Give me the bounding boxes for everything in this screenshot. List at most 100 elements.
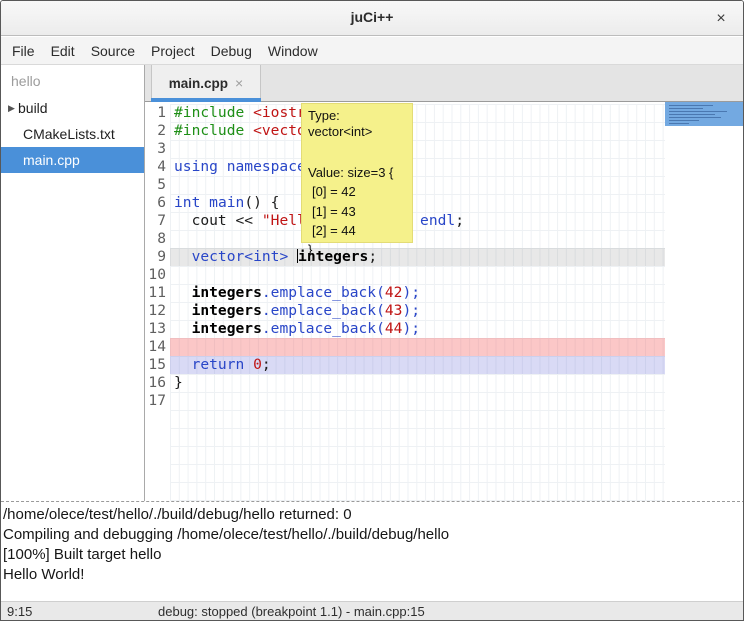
menu-item-source[interactable]: Source	[83, 38, 143, 64]
code-line-content: integers.emplace_back(42);	[170, 284, 665, 302]
code-token: 0	[253, 356, 262, 373]
line-number: 3	[145, 140, 170, 158]
tree-item-label: build	[17, 100, 48, 116]
minimap-code-line	[669, 108, 703, 109]
terminal-line: Hello World!	[3, 565, 744, 585]
code-line-content: int main() {	[170, 194, 665, 212]
code-token: return	[192, 356, 245, 373]
code-line-content: cout << "Hello World!" << endl;	[170, 212, 665, 230]
code-token: ;	[455, 212, 464, 229]
code-line[interactable]: 10	[145, 266, 665, 284]
minimap-thumb[interactable]	[665, 102, 744, 126]
menu-item-window[interactable]: Window	[260, 38, 326, 64]
status-bar: 9:15 debug: stopped (breakpoint 1.1) - m…	[1, 601, 744, 621]
debug-value-tooltip: Type: vector<int> Value: size=3 { [0] = …	[301, 103, 413, 243]
sidebar-item-cmakelists-txt[interactable]: CMakeLists.txt	[1, 121, 144, 147]
tree-item-label: main.cpp	[1, 152, 80, 168]
code-token: );	[402, 302, 420, 319]
menu-bar: FileEditSourceProjectDebugWindow	[1, 37, 743, 65]
line-number: 16	[145, 374, 170, 392]
code-line[interactable]: 17	[145, 392, 665, 410]
line-number: 11	[145, 284, 170, 302]
menu-item-debug[interactable]: Debug	[203, 38, 260, 64]
cursor-position-label: 9:15	[7, 604, 32, 619]
code-line-content: vector<int> integers;	[170, 248, 665, 266]
code-line[interactable]: 11 integers.emplace_back(42);	[145, 284, 665, 302]
code-token: main	[209, 194, 244, 211]
line-number: 8	[145, 230, 170, 248]
expander-icon[interactable]: ▶	[1, 103, 17, 114]
title-bar: juCi++ ×	[1, 1, 743, 36]
tooltip-value-line: [2] = 44	[308, 221, 406, 241]
line-number: 2	[145, 122, 170, 140]
code-line[interactable]: 13 integers.emplace_back(44);	[145, 320, 665, 338]
code-token: .emplace_back(	[262, 302, 385, 319]
line-number: 13	[145, 320, 170, 338]
code-token: int	[174, 194, 200, 211]
code-line-content: using namespace std;	[170, 158, 665, 176]
code-line[interactable]: 16}	[145, 374, 665, 392]
menu-item-project[interactable]: Project	[143, 38, 203, 64]
minimap-code-line	[669, 123, 689, 124]
code-line[interactable]: 12 integers.emplace_back(43);	[145, 302, 665, 320]
terminal-line: Compiling and debugging /home/olece/test…	[3, 525, 744, 545]
close-icon[interactable]: ×	[709, 7, 733, 31]
minimap-code-line	[669, 120, 699, 121]
code-token	[174, 284, 192, 301]
minimap-code-line	[669, 105, 713, 106]
code-token	[174, 320, 192, 337]
project-root-label: hello	[1, 65, 144, 95]
tree-item-label: CMakeLists.txt	[1, 126, 115, 142]
code-line-content	[170, 176, 665, 194]
code-line-content	[170, 338, 665, 356]
tooltip-type-line: Type: vector<int>	[308, 108, 406, 140]
code-token	[174, 302, 192, 319]
terminal-line: [100%] Built target hello	[3, 545, 744, 565]
code-token: using namespace	[174, 158, 306, 175]
tab-close-icon[interactable]: ×	[235, 75, 243, 91]
code-token: .emplace_back(	[262, 284, 385, 301]
minimap-code-line	[669, 111, 727, 112]
app-window: juCi++ × FileEditSourceProjectDebugWindo…	[0, 0, 744, 621]
code-token: #include	[174, 122, 244, 139]
code-token: vector<int>	[192, 248, 289, 265]
code-line[interactable]: 14	[145, 338, 665, 356]
code-token	[174, 356, 192, 373]
code-line-content: integers.emplace_back(43);	[170, 302, 665, 320]
tooltip-value-close: }	[308, 241, 406, 258]
terminal-output-panel[interactable]: /home/olece/test/hello/./build/debug/hel…	[1, 501, 744, 601]
sidebar-item-main-cpp[interactable]: main.cpp	[1, 147, 144, 173]
line-number: 17	[145, 392, 170, 410]
minimap[interactable]	[665, 102, 744, 501]
line-number: 10	[145, 266, 170, 284]
editor-column: main.cpp × 1#include <iostream>2#include…	[145, 65, 744, 501]
code-token	[244, 356, 253, 373]
code-token	[244, 122, 253, 139]
tab-main-cpp[interactable]: main.cpp ×	[151, 65, 261, 101]
code-token: );	[402, 320, 420, 337]
code-token: integers	[192, 320, 262, 337]
code-token: );	[402, 284, 420, 301]
code-token: integers	[192, 302, 262, 319]
debug-status-label: debug: stopped (breakpoint 1.1) - main.c…	[158, 604, 425, 619]
code-token: ;	[262, 356, 271, 373]
sidebar-item-build[interactable]: ▶build	[1, 95, 144, 121]
code-line[interactable]: 15 return 0;	[145, 356, 665, 374]
editor-body[interactable]: 1#include <iostream>2#include <vector>34…	[145, 102, 744, 501]
code-token	[200, 194, 209, 211]
menu-item-edit[interactable]: Edit	[43, 38, 83, 64]
code-line-content: #include <vector>	[170, 122, 665, 140]
code-line-content	[170, 230, 665, 248]
code-line-content: #include <iostream>	[170, 104, 665, 122]
file-tree: ▶build CMakeLists.txt main.cpp	[1, 95, 144, 173]
code-token	[288, 248, 297, 265]
code-token: 44	[385, 320, 403, 337]
menu-item-file[interactable]: File	[4, 38, 43, 64]
terminal-line: /home/olece/test/hello/./build/debug/hel…	[3, 505, 744, 525]
code-line-content: integers.emplace_back(44);	[170, 320, 665, 338]
code-token: .emplace_back(	[262, 320, 385, 337]
code-token	[174, 248, 192, 265]
code-line-content	[170, 392, 665, 410]
line-number: 5	[145, 176, 170, 194]
code-line-content	[170, 140, 665, 158]
